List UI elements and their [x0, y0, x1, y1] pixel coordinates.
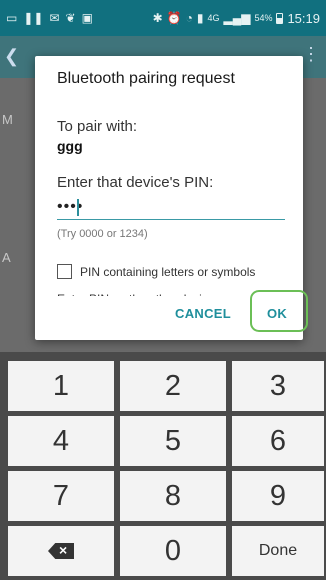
key-7[interactable]: 7	[8, 471, 114, 521]
back-arrow-icon: ❮	[4, 46, 20, 66]
screenshot-icon: ▣	[81, 11, 93, 25]
pin-prompt: Enter that device's PIN:	[57, 174, 214, 191]
pair-with-label: To pair with:	[57, 118, 138, 135]
numeric-keypad: 1 2 3 4 5 6 7 8 9 × 0 Done	[0, 352, 326, 580]
key-3[interactable]: 3	[232, 361, 324, 411]
dialog-title: Bluetooth pairing request	[57, 70, 235, 87]
backspace-key[interactable]: ×	[8, 526, 114, 576]
ok-highlight-ring	[250, 290, 308, 332]
pause-icon: ❚❚	[23, 11, 44, 25]
more-options-icon: ⋮	[302, 44, 320, 64]
alphanumeric-pin-label: PIN containing letters or symbols	[80, 264, 256, 279]
battery-icon	[276, 12, 284, 24]
pin-hint: (Try 0000 or 1234)	[57, 228, 148, 240]
pin-input[interactable]: ••••	[57, 196, 285, 220]
key-5[interactable]: 5	[120, 416, 226, 466]
cast-icon: ▭	[6, 11, 18, 25]
background-label-a: A	[2, 250, 11, 265]
background-label-m: M	[2, 112, 13, 127]
battery-percent: 54%	[254, 13, 273, 23]
signal-icon: ▂▄▆	[223, 11, 251, 25]
status-bar: ▭ ❚❚ ✉ ❦ ▣ ✱ ⏰ ◔ ▮ 4G ▂▄▆ 54% 15:19	[0, 0, 326, 36]
done-key[interactable]: Done	[232, 526, 324, 576]
cutoff-instruction: Enter PIN on the other device	[57, 292, 214, 296]
key-1[interactable]: 1	[8, 361, 114, 411]
key-6[interactable]: 6	[232, 416, 324, 466]
wifi-icon: ◔	[185, 11, 193, 25]
key-2[interactable]: 2	[120, 361, 226, 411]
device-name: ggg	[57, 138, 83, 154]
key-4[interactable]: 4	[8, 416, 114, 466]
key-9[interactable]: 9	[232, 471, 324, 521]
mail-icon: ✉	[49, 11, 60, 25]
sim-icon: ▮	[196, 11, 204, 25]
status-left-icons: ▭ ❚❚ ✉ ❦ ▣	[6, 12, 93, 24]
pin-input-value: ••••	[57, 198, 84, 215]
leaf-icon: ❦	[65, 11, 76, 25]
alphanumeric-pin-checkbox[interactable]	[57, 264, 72, 279]
key-8[interactable]: 8	[120, 471, 226, 521]
cancel-button[interactable]: CANCEL	[175, 306, 231, 321]
key-0[interactable]: 0	[120, 526, 226, 576]
backspace-icon: ×	[48, 543, 74, 559]
text-cursor	[77, 199, 79, 216]
network-type: 4G	[207, 12, 220, 23]
alphanumeric-pin-option[interactable]: PIN containing letters or symbols	[57, 264, 255, 279]
status-right-icons: ✱ ⏰ ◔ ▮ 4G ▂▄▆ 54% 15:19	[153, 11, 320, 26]
alarm-icon: ⏰	[166, 11, 182, 25]
bluetooth-icon: ✱	[152, 11, 163, 25]
clock: 15:19	[287, 10, 320, 26]
